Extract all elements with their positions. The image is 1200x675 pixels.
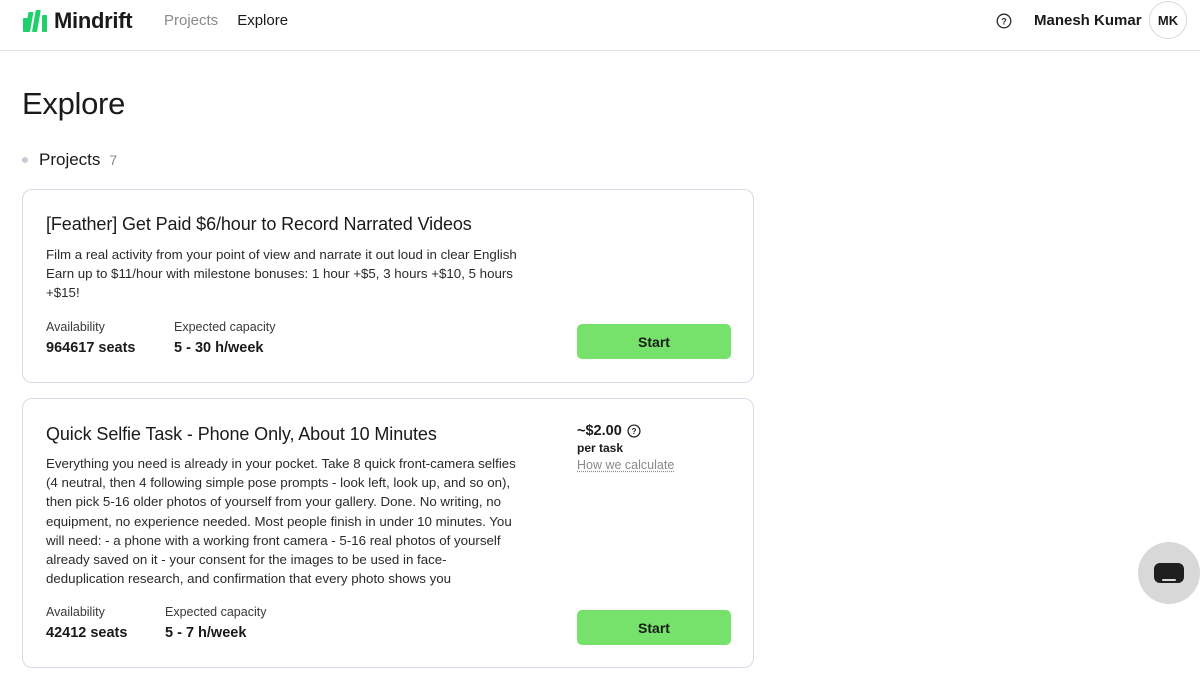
nav-projects[interactable]: Projects (164, 12, 218, 29)
description-line: then pick 5-16 older photos of yourself … (46, 494, 502, 510)
price-block: ~$2.00 ? per task How we calculate (577, 423, 674, 472)
availability-value: 42412 seats (46, 625, 128, 641)
price-unit: per task (577, 441, 624, 455)
availability-label: Availability (46, 320, 105, 334)
section-count: 7 (109, 152, 118, 168)
nav-explore[interactable]: Explore (237, 12, 288, 29)
project-card[interactable]: Quick Selfie Task - Phone Only, About 10… (22, 398, 754, 668)
description-line: Everything you need is already in your p… (46, 456, 516, 471)
description-line: (4 neutral, then 4 following simple pose… (46, 475, 511, 491)
section-header: Projects 7 (22, 150, 117, 170)
start-button[interactable]: Start (577, 324, 731, 359)
description-line: will need: - a phone with a working fron… (46, 532, 501, 548)
description-line: +$15! (46, 285, 80, 301)
top-navigation-bar: Mindrift Projects Explore ? Manesh Kumar… (0, 0, 1200, 51)
mindrift-logo-icon (23, 10, 47, 32)
availability: Availability 964617 seats (46, 320, 136, 356)
svg-text:?: ? (1001, 16, 1007, 26)
brand-logo[interactable]: Mindrift (22, 8, 133, 34)
expected-capacity: Expected capacity 5 - 7 h/week (165, 605, 266, 641)
user-name[interactable]: Manesh Kumar (1034, 12, 1142, 29)
description-line: already saved on it - your consent for t… (46, 552, 447, 568)
brand-name: Mindrift (54, 8, 133, 33)
project-title: Quick Selfie Task - Phone Only, About 10… (46, 424, 437, 444)
description-line: Film a real activity from your point of … (46, 247, 517, 262)
availability-value: 964617 seats (46, 340, 136, 356)
section-bullet (22, 157, 28, 163)
chat-widget-button[interactable] (1138, 542, 1200, 604)
capacity-label: Expected capacity (174, 320, 276, 334)
avatar[interactable]: MK (1149, 1, 1187, 39)
description-line: deduplication research, and confirmation… (46, 571, 452, 587)
section-title: Projects (39, 150, 101, 169)
project-description: Film a real activity from your point of … (46, 245, 536, 303)
how-we-calculate-link[interactable]: How we calculate (577, 458, 674, 472)
capacity-value: 5 - 7 h/week (165, 625, 247, 641)
start-button[interactable]: Start (577, 610, 731, 645)
availability: Availability 42412 seats (46, 605, 127, 641)
question-circle-icon[interactable]: ? (627, 424, 641, 438)
availability-label: Availability (46, 605, 105, 619)
capacity-label: Expected capacity (165, 605, 267, 619)
svg-text:?: ? (631, 427, 636, 436)
project-title: [Feather] Get Paid $6/hour to Record Nar… (46, 214, 472, 234)
question-circle-icon[interactable]: ? (996, 13, 1012, 29)
project-card[interactable]: [Feather] Get Paid $6/hour to Record Nar… (22, 189, 754, 383)
capacity-value: 5 - 30 h/week (174, 340, 264, 356)
description-line: equipment, no experience needed. Most pe… (46, 513, 512, 529)
chat-icon (1154, 563, 1184, 583)
project-description: Everything you need is already in your p… (46, 454, 536, 588)
description-line: Earn up to $11/hour with milestone bonus… (46, 266, 513, 282)
page-title: Explore (22, 86, 126, 121)
expected-capacity: Expected capacity 5 - 30 h/week (174, 320, 275, 356)
price-value: ~$2.00 (577, 423, 622, 439)
main-nav: Projects Explore (164, 12, 288, 29)
